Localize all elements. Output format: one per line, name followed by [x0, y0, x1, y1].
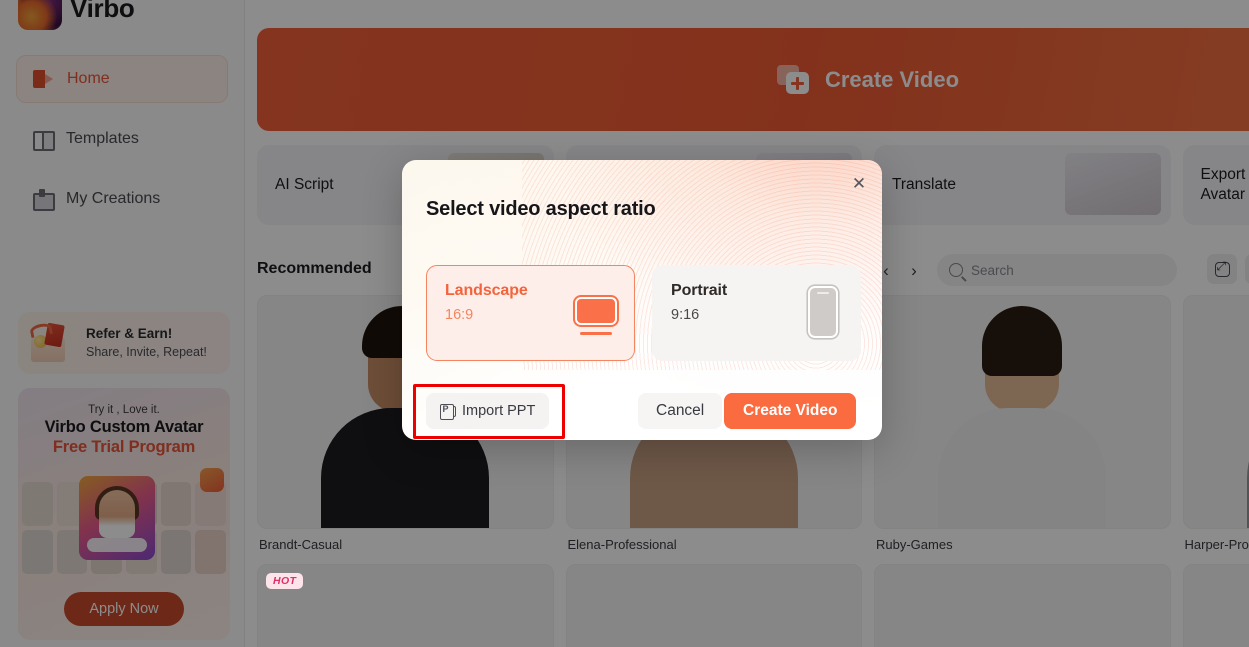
- aspect-ratio-option-portrait[interactable]: Portrait 9:16: [652, 265, 861, 361]
- import-ppt-label: Import PPT: [462, 403, 536, 419]
- phone-icon: [808, 286, 838, 338]
- create-video-button[interactable]: Create Video: [724, 393, 857, 429]
- app-root: Virbo Home Templates My Creations Refer …: [0, 0, 1249, 647]
- import-ppt-button[interactable]: Import PPT: [426, 393, 550, 429]
- import-ppt-wrapper: Import PPT: [413, 384, 565, 439]
- status-badge: HOT: [266, 573, 304, 589]
- monitor-icon: [575, 294, 617, 336]
- dialog-footer: Import PPT Cancel Create Video: [402, 384, 882, 440]
- close-icon[interactable]: ✕: [846, 170, 872, 196]
- aspect-ratio-dialog: ✕ Select video aspect ratio Landscape 16…: [402, 160, 882, 440]
- aspect-ratio-option-landscape[interactable]: Landscape 16:9: [426, 265, 635, 361]
- dialog-title: Select video aspect ratio: [426, 198, 656, 220]
- powerpoint-icon: [440, 403, 456, 420]
- cancel-button[interactable]: Cancel: [638, 393, 723, 429]
- aspect-ratio-options: Landscape 16:9 Portrait 9:16: [426, 265, 861, 361]
